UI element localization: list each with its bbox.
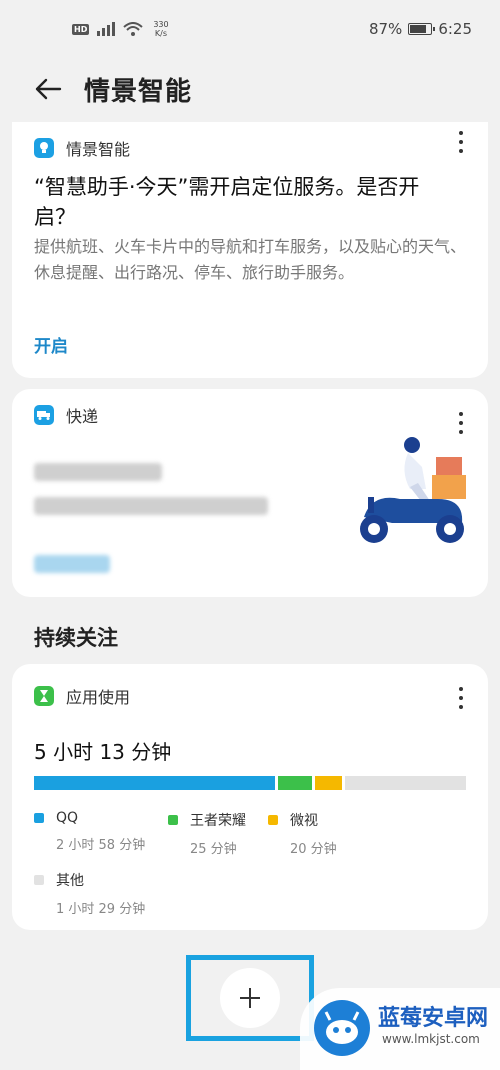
legend-color-swatch — [34, 813, 44, 823]
status-right: 87% 6:25 — [369, 20, 472, 38]
hourglass-icon — [34, 686, 54, 706]
blurred-package-number — [34, 497, 268, 515]
legend-color-swatch — [34, 875, 44, 885]
legend-item: QQ 2 小时 58 分钟 — [34, 810, 145, 853]
network-speed-value: 330 — [153, 20, 169, 29]
add-card-button[interactable] — [220, 968, 280, 1028]
card-title: 快递 — [66, 407, 99, 426]
legend-item: 王者荣耀 25 分钟 — [168, 810, 246, 857]
app-time: 1 小时 29 分钟 — [56, 902, 146, 917]
truck-icon — [34, 405, 54, 425]
location-prompt-heading: “智慧助手·今天”需开启定位服务。是否开启？ — [34, 175, 420, 229]
enable-location-button[interactable]: 开启 — [34, 332, 68, 357]
app-time: 2 小时 58 分钟 — [56, 838, 146, 853]
app-usage-card[interactable]: 应用使用 5 小时 13 分钟 QQ 2 小时 58 分钟 王者荣耀 25 分钟… — [12, 664, 488, 930]
clock: 6:25 — [438, 20, 472, 38]
highlight-frame — [186, 955, 314, 1041]
status-left: HD 330 K/s — [72, 20, 169, 38]
legend-item: 其他 1 小时 29 分钟 — [34, 870, 145, 917]
card-title: 情景智能 — [66, 140, 131, 159]
more-options-icon[interactable] — [452, 684, 470, 712]
wifi-icon — [123, 21, 144, 36]
network-speed-unit: K/s — [154, 29, 168, 38]
blurred-package-name — [34, 463, 162, 481]
app-name: 微视 — [290, 813, 318, 829]
legend-color-swatch — [268, 815, 278, 825]
usage-bar-segment — [314, 776, 342, 790]
usage-bar-segment — [345, 776, 466, 790]
watermark-title: 蓝莓安卓网 — [378, 1006, 489, 1031]
legend-item: 微视 20 分钟 — [268, 810, 337, 857]
battery-percent: 87% — [368, 20, 403, 38]
blurred-package-action[interactable] — [34, 555, 110, 573]
legend-color-swatch — [168, 815, 178, 825]
status-bar: HD 330 K/s 87% 6:25 — [0, 0, 500, 58]
usage-bar-segment — [34, 776, 276, 790]
delivery-scooter-illustration — [360, 437, 466, 543]
express-delivery-card[interactable]: 快递 — [12, 389, 488, 597]
signal-icon — [97, 22, 116, 36]
location-service-card: 情景智能 “智慧助手·今天”需开启定位服务。是否开启？ 提供航班、火车卡片中的导… — [12, 122, 488, 378]
card-title: 应用使用 — [66, 688, 131, 707]
app-time: 25 分钟 — [190, 842, 237, 857]
location-prompt-description: 提供航班、火车卡片中的导航和打车服务，以及贴心的天气、休息提醒、出行路况、停车、… — [34, 237, 467, 282]
app-time: 20 分钟 — [290, 842, 337, 857]
watermark-logo — [314, 1000, 370, 1056]
usage-bar-segment — [278, 776, 312, 790]
lightbulb-icon — [34, 138, 54, 158]
network-speed: 330 K/s — [153, 20, 168, 38]
more-options-icon[interactable] — [452, 128, 470, 156]
app-name: 其他 — [56, 873, 84, 889]
card-header: 应用使用 — [34, 684, 130, 708]
app-name: 王者荣耀 — [190, 813, 246, 829]
battery-icon — [408, 23, 436, 35]
card-header: 快递 — [34, 403, 98, 427]
watermark-url: www.lmkjst.com — [382, 1032, 480, 1046]
app-name: QQ — [56, 810, 79, 826]
page-title: 情景智能 — [84, 76, 193, 107]
usage-total-time: 5 小时 13 分钟 — [34, 740, 172, 764]
card-header: 情景智能 — [34, 136, 130, 160]
app-bar: 情景智能 — [0, 58, 500, 120]
usage-bar — [34, 776, 466, 790]
plus-icon — [240, 988, 260, 1008]
watermark: 蓝莓安卓网 www.lmkjst.com — [300, 988, 500, 1070]
back-arrow-icon — [35, 78, 62, 100]
section-title: 持续关注 — [34, 626, 118, 650]
hd-icon: HD — [72, 23, 90, 35]
back-button[interactable] — [28, 69, 68, 109]
